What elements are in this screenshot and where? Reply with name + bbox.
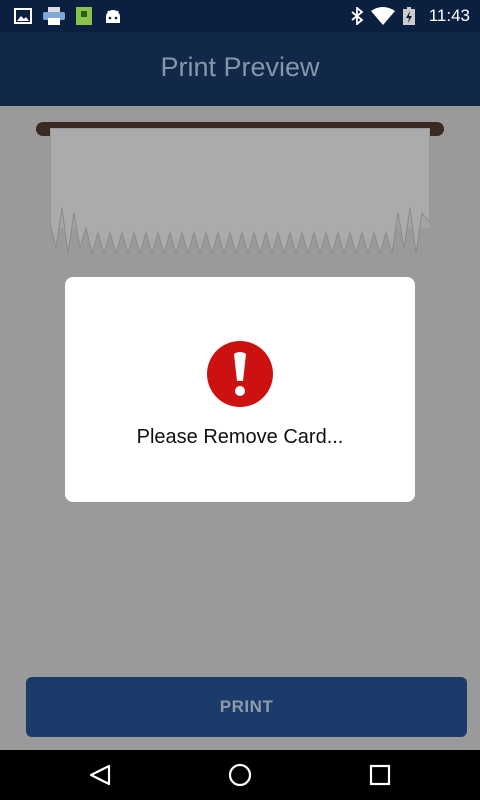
back-icon[interactable] [87,763,113,787]
home-icon[interactable] [227,763,253,787]
alert-icon [207,341,273,407]
receipt-paper [50,128,430,255]
bluetooth-icon [351,7,364,25]
recents-icon[interactable] [367,763,393,787]
print-button[interactable]: PRINT [26,677,467,737]
status-time: 11:43 [428,6,470,25]
page-title: Print Preview [160,52,320,82]
battery-charging-icon [403,7,415,25]
wifi-icon [371,7,395,25]
dialog-message: Please Remove Card... [136,426,344,448]
image-icon [14,8,32,24]
status-bar: 11:43 [0,0,480,32]
remove-card-dialog: Please Remove Card... [65,277,415,502]
android-icon [106,10,120,23]
app-bar: Print Preview [0,32,480,106]
printer-icon [43,7,65,25]
sim-card-icon [76,7,92,25]
navigation-bar [0,750,480,800]
